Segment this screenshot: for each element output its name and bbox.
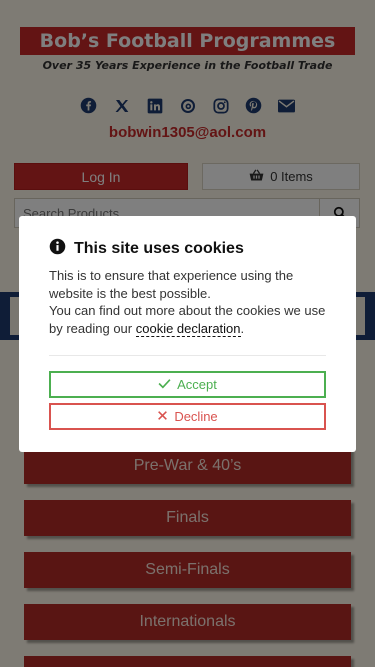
accept-label: Accept <box>177 377 217 392</box>
cookie-dialog-heading: This site uses cookies <box>74 240 244 257</box>
cookie-dialog-line2: You can find out more about the cookies … <box>49 302 332 337</box>
check-icon <box>158 377 171 392</box>
divider <box>49 355 326 356</box>
cookie-dialog: This site uses cookies This is to ensure… <box>19 216 356 452</box>
cookie-dialog-line1: This is to ensure that experience using … <box>49 268 294 301</box>
cookie-dialog-text: This is to ensure that experience using … <box>49 267 332 337</box>
close-icon <box>157 409 168 424</box>
accept-button[interactable]: Accept <box>49 371 326 398</box>
cookie-dialog-title: This site uses cookies <box>49 238 244 260</box>
decline-label: Decline <box>174 409 218 424</box>
decline-button[interactable]: Decline <box>49 403 326 430</box>
cookie-dialog-line2-suffix: . <box>240 320 245 336</box>
cookie-declaration-link[interactable]: cookie declaration <box>135 320 241 337</box>
info-icon <box>49 238 66 260</box>
